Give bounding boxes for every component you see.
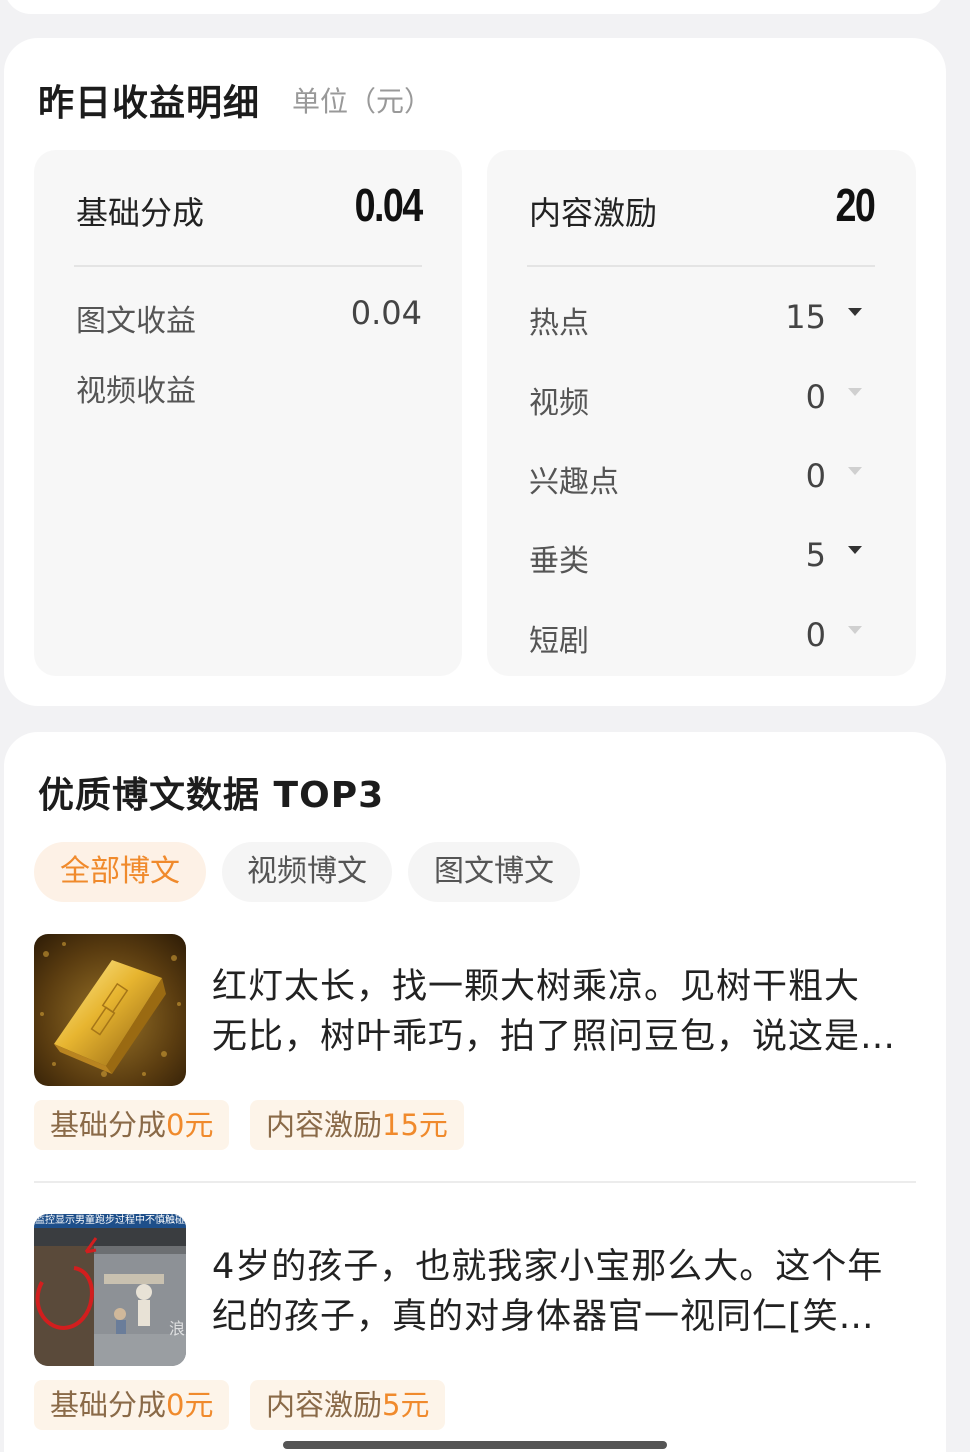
incentive-row-label: 垂类 xyxy=(529,544,589,579)
caret-down-icon[interactable] xyxy=(848,626,862,634)
incentive-row-label: 热点 xyxy=(529,306,589,341)
post-title-line: 4岁的孩子，也就我家小宝那么大。这个年 xyxy=(212,1247,884,1287)
post-title-line: 红灯太长，找一颗大树乘凉。见树干粗大 xyxy=(212,967,861,1007)
post-title-line: 无比，树叶乖巧，拍了照问豆包，说这是… xyxy=(212,1017,897,1057)
image-text-income-label: 图文收益 xyxy=(76,304,196,339)
tag-label: 内容激励 xyxy=(266,1108,383,1142)
post-title-line: 纪的孩子，真的对身体器官一视同仁[笑… xyxy=(212,1297,875,1337)
tag-amount: 5元 xyxy=(382,1388,430,1422)
incentive-row-value: 15 xyxy=(785,298,826,336)
top3-card: 优质博文数据 TOP3 全部博文 视频博文 图文博文 红灯太长，找一颗大树乘凉。… xyxy=(4,732,946,1452)
tab-video-posts[interactable]: 视频博文 xyxy=(222,842,392,902)
base-share-value: 0.04 xyxy=(355,179,423,231)
content-incentive-tag: 内容激励15元 xyxy=(250,1100,464,1150)
previous-card-edge xyxy=(4,0,944,14)
tag-label: 内容激励 xyxy=(266,1388,383,1422)
panel-divider xyxy=(527,265,875,267)
incentive-row-value: 0 xyxy=(805,616,826,654)
tag-amount: 15元 xyxy=(382,1108,448,1142)
incentive-row-label: 短剧 xyxy=(529,624,589,659)
tag-label: 基础分成 xyxy=(50,1388,167,1422)
tab-all-posts[interactable]: 全部博文 xyxy=(34,842,206,902)
incentive-row-label: 兴趣点 xyxy=(529,465,619,500)
base-share-panel: 基础分成 0.04 图文收益 0.04 视频收益 xyxy=(34,150,462,676)
thumb-caption: 监控显示男童跑步过程中不慎触碰 xyxy=(35,1215,185,1226)
base-share-label: 基础分成 xyxy=(76,194,205,232)
svg-text:浪: 浪 xyxy=(169,1319,185,1338)
gold-bar-image[interactable] xyxy=(34,934,186,1086)
tag-label: 基础分成 xyxy=(50,1108,167,1142)
incentive-row-label: 视频 xyxy=(529,386,589,421)
image-text-income-value: 0.04 xyxy=(350,294,422,332)
top3-title: 优质博文数据 TOP3 xyxy=(38,775,385,816)
content-incentive-value: 20 xyxy=(835,179,875,231)
caret-down-icon[interactable] xyxy=(848,388,862,396)
home-indicator[interactable] xyxy=(283,1441,667,1449)
panel-divider xyxy=(74,265,422,267)
earnings-unit: 单位（元） xyxy=(292,85,433,118)
post-divider xyxy=(34,1181,916,1183)
video-still-image[interactable]: 浪 监控显示男童跑步过程中不慎触碰 xyxy=(34,1214,186,1366)
video-income-label: 视频收益 xyxy=(76,374,196,409)
incentive-row-value: 0 xyxy=(805,457,826,495)
content-incentive-tag: 内容激励5元 xyxy=(250,1380,446,1430)
content-incentive-panel: 内容激励 20 热点 15 视频 0 兴趣点 0 垂类 5 短剧 0 xyxy=(487,150,916,676)
caret-down-icon[interactable] xyxy=(848,308,862,316)
incentive-row-value: 5 xyxy=(805,536,826,574)
base-share-tag: 基础分成0元 xyxy=(34,1380,230,1430)
tag-amount: 0元 xyxy=(166,1108,214,1142)
caret-down-icon[interactable] xyxy=(848,467,862,475)
base-share-tag: 基础分成0元 xyxy=(34,1100,230,1150)
post-title: 4岁的孩子，也就我家小宝那么大。这个年 纪的孩子，真的对身体器官一视同仁[笑… xyxy=(212,1242,912,1342)
earnings-card: 昨日收益明细 单位（元） 基础分成 0.04 图文收益 0.04 视频收益 内容… xyxy=(4,38,946,706)
content-incentive-label: 内容激励 xyxy=(529,194,658,232)
post-title: 红灯太长，找一颗大树乘凉。见树干粗大 无比，树叶乖巧，拍了照问豆包，说这是… xyxy=(212,962,912,1062)
tab-image-text-posts[interactable]: 图文博文 xyxy=(408,842,580,902)
caret-down-icon[interactable] xyxy=(848,546,862,554)
incentive-row-value: 0 xyxy=(805,378,826,416)
earnings-title: 昨日收益明细 xyxy=(38,83,261,124)
tag-amount: 0元 xyxy=(166,1388,214,1422)
